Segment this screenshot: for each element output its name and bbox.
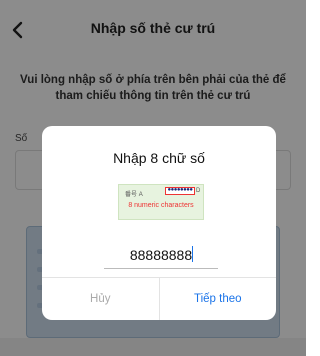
hint-caption: 8 numeric characters xyxy=(128,202,194,209)
next-button[interactable]: Tiếp theo xyxy=(160,278,277,320)
number-entry-dialog: Nhập 8 chữ số 番号 A ●●●●●●●● D 8 numeric … xyxy=(42,126,276,320)
hint-masked-digits: ●●●●●●●● xyxy=(165,187,195,195)
dialog-actions: Hủy Tiếp theo xyxy=(42,277,276,320)
digits-input[interactable] xyxy=(104,242,218,269)
hint-number-label: 番号 A xyxy=(125,192,143,198)
hint-suffix-letter: D xyxy=(196,188,201,194)
dialog-title: Nhập 8 chữ số xyxy=(113,150,205,166)
screen: Nhập số thẻ cư trú Vui lòng nhập số ở ph… xyxy=(0,0,306,356)
card-number-hint-image: 番号 A ●●●●●●●● D 8 numeric characters xyxy=(118,184,204,220)
text-cursor xyxy=(192,246,193,262)
cancel-button[interactable]: Hủy xyxy=(42,278,160,320)
